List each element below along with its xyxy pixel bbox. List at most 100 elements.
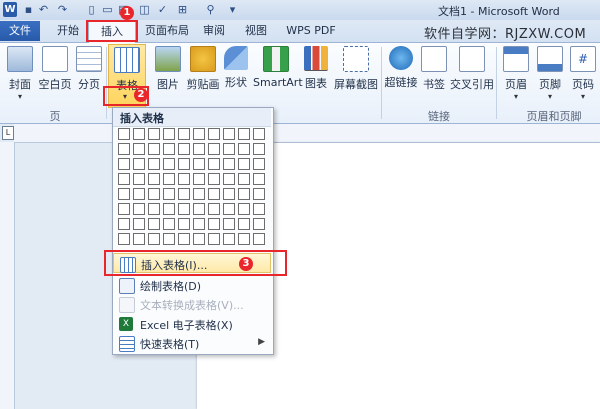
- table-grid-cell[interactable]: [208, 158, 220, 170]
- table-grid-cell[interactable]: [178, 128, 190, 140]
- table-grid-cell[interactable]: [223, 128, 235, 140]
- table-grid-cell[interactable]: [133, 218, 145, 230]
- table-grid-cell[interactable]: [118, 188, 130, 200]
- table-grid-cell[interactable]: [148, 203, 160, 215]
- table-grid-cell[interactable]: [178, 173, 190, 185]
- table-grid-cell[interactable]: [193, 203, 205, 215]
- table-grid-cell[interactable]: [133, 173, 145, 185]
- table-grid-cell[interactable]: [238, 173, 250, 185]
- redo-icon[interactable]: ↷: [56, 3, 69, 16]
- table-grid-cell[interactable]: [163, 128, 175, 140]
- table-grid-cell[interactable]: [163, 143, 175, 155]
- menu-item-draw-table[interactable]: 绘制表格(D): [113, 275, 271, 295]
- table-dropdown-icon[interactable]: ▾: [123, 92, 127, 102]
- bookmark-button[interactable]: 书签: [421, 44, 447, 92]
- table-grid-cell[interactable]: [118, 233, 130, 245]
- table-grid-cell[interactable]: [253, 188, 265, 200]
- word-logo-icon[interactable]: W: [3, 2, 17, 17]
- table-grid-cell[interactable]: [133, 143, 145, 155]
- table-grid-cell[interactable]: [253, 173, 265, 185]
- table-grid-cell[interactable]: [118, 128, 130, 140]
- table-grid-cell[interactable]: [118, 143, 130, 155]
- table-grid-cell[interactable]: [178, 203, 190, 215]
- blank-page-button[interactable]: 空白页: [38, 44, 72, 92]
- table-grid-cell[interactable]: [178, 188, 190, 200]
- table-grid-cell[interactable]: [148, 128, 160, 140]
- table-grid-cell[interactable]: [133, 203, 145, 215]
- table-grid-cell[interactable]: [148, 143, 160, 155]
- table-grid-cell[interactable]: [178, 218, 190, 230]
- table-grid-cell[interactable]: [163, 233, 175, 245]
- tab-wps-pdf[interactable]: WPS PDF: [284, 21, 338, 41]
- table-grid-cell[interactable]: [163, 188, 175, 200]
- menu-item-excel-spreadsheet[interactable]: X Excel 电子表格(X): [113, 314, 271, 334]
- new-icon[interactable]: ▯: [85, 3, 98, 16]
- table-grid-cell[interactable]: [178, 143, 190, 155]
- table-grid-cell[interactable]: [118, 203, 130, 215]
- table-grid-cell[interactable]: [163, 173, 175, 185]
- horizontal-ruler[interactable]: [14, 124, 600, 143]
- table-grid-cell[interactable]: [133, 188, 145, 200]
- table-grid-cell[interactable]: [193, 143, 205, 155]
- table-grid-cell[interactable]: [208, 143, 220, 155]
- table-grid-cell[interactable]: [238, 158, 250, 170]
- table-grid-cell[interactable]: [193, 158, 205, 170]
- smartart-button[interactable]: SmartArt: [253, 44, 303, 89]
- table-grid-cell[interactable]: [193, 173, 205, 185]
- vertical-ruler[interactable]: [0, 142, 15, 409]
- cross-reference-button[interactable]: 交叉引用: [450, 44, 494, 92]
- cover-page-button[interactable]: 封面 ▾: [4, 44, 36, 102]
- table-grid-cell[interactable]: [193, 233, 205, 245]
- table-grid-cell[interactable]: [148, 233, 160, 245]
- table-grid-cell[interactable]: [193, 128, 205, 140]
- table-grid-cell[interactable]: [238, 128, 250, 140]
- table-grid-cell[interactable]: [178, 233, 190, 245]
- table-grid-cell[interactable]: [178, 158, 190, 170]
- table-grid-cell[interactable]: [118, 173, 130, 185]
- header-button[interactable]: 页眉 ▾: [501, 44, 531, 102]
- table-grid-cell[interactable]: [148, 173, 160, 185]
- tab-view[interactable]: 视图: [241, 21, 271, 41]
- tab-page-layout[interactable]: 页面布局: [140, 21, 194, 41]
- clipart-button[interactable]: 剪贴画: [186, 44, 220, 92]
- table-grid-cell[interactable]: [223, 143, 235, 155]
- table-grid-cell[interactable]: [208, 188, 220, 200]
- table-grid-cell[interactable]: [238, 203, 250, 215]
- table-grid-cell[interactable]: [253, 128, 265, 140]
- table-grid-cell[interactable]: [223, 218, 235, 230]
- shapes-button[interactable]: 形状: [222, 44, 250, 90]
- table-grid-cell[interactable]: [208, 128, 220, 140]
- open-icon[interactable]: ▭: [101, 3, 114, 16]
- tree-icon[interactable]: ⚲: [204, 3, 217, 16]
- more-icon[interactable]: ▾: [226, 3, 239, 16]
- table-grid-cell[interactable]: [193, 188, 205, 200]
- table-grid-cell[interactable]: [163, 218, 175, 230]
- save-icon[interactable]: ▪: [22, 3, 35, 16]
- table-grid-cell[interactable]: [223, 173, 235, 185]
- table-grid-cell[interactable]: [148, 218, 160, 230]
- table-grid-cell[interactable]: [163, 158, 175, 170]
- table-grid-cell[interactable]: [133, 158, 145, 170]
- chart-button[interactable]: 图表: [302, 44, 330, 91]
- table-grid-cell[interactable]: [223, 188, 235, 200]
- table-grid-cell[interactable]: [208, 233, 220, 245]
- table-grid-cell[interactable]: [253, 143, 265, 155]
- table-grid-cell[interactable]: [208, 173, 220, 185]
- table-grid-cell[interactable]: [118, 158, 130, 170]
- hyperlink-button[interactable]: 超链接: [384, 44, 418, 90]
- table-grid-cell[interactable]: [148, 188, 160, 200]
- page-number-button[interactable]: # 页码 ▾: [568, 44, 598, 102]
- screenshot-button[interactable]: 屏幕截图: [333, 44, 379, 92]
- table-grid-cell[interactable]: [238, 188, 250, 200]
- picture-button[interactable]: 图片: [154, 44, 182, 92]
- table-grid-cell[interactable]: [118, 218, 130, 230]
- table-grid-cell[interactable]: [238, 143, 250, 155]
- table-grid-cell[interactable]: [208, 203, 220, 215]
- table-grid-cell[interactable]: [133, 128, 145, 140]
- table-grid-cell[interactable]: [208, 218, 220, 230]
- preview-icon[interactable]: ◫: [138, 3, 151, 16]
- tab-file[interactable]: 文件: [0, 21, 40, 41]
- table-grid-cell[interactable]: [193, 218, 205, 230]
- table-grid-cell[interactable]: [163, 203, 175, 215]
- table-grid-cell[interactable]: [253, 158, 265, 170]
